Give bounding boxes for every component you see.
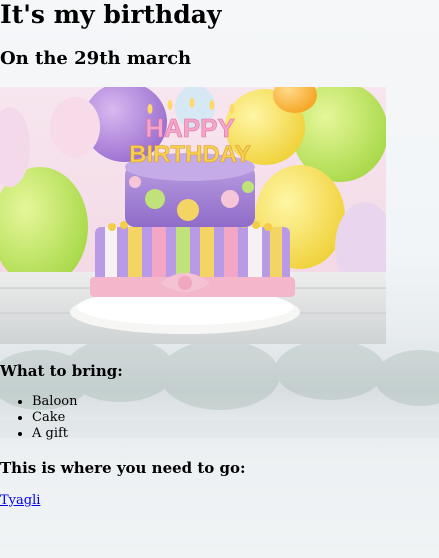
location-heading: This is where you need to go: [0,459,246,477]
list-item: A gift [32,426,439,442]
location-link[interactable]: Tyagli [0,493,40,508]
cake-topper-line2: BIRTHDAY [129,141,251,168]
bring-heading: What to bring: [0,362,123,380]
date-heading: On the 29th march [0,48,192,69]
birthday-cake-photo: HAPPY BIRTHDAY [0,87,386,344]
list-item: Cake [32,410,439,426]
cake-topper-line1: HAPPY [145,113,235,143]
list-item: Baloon [32,394,439,410]
bring-list: Baloon Cake A gift [0,394,439,442]
page-title: It's my birthday [0,0,222,29]
